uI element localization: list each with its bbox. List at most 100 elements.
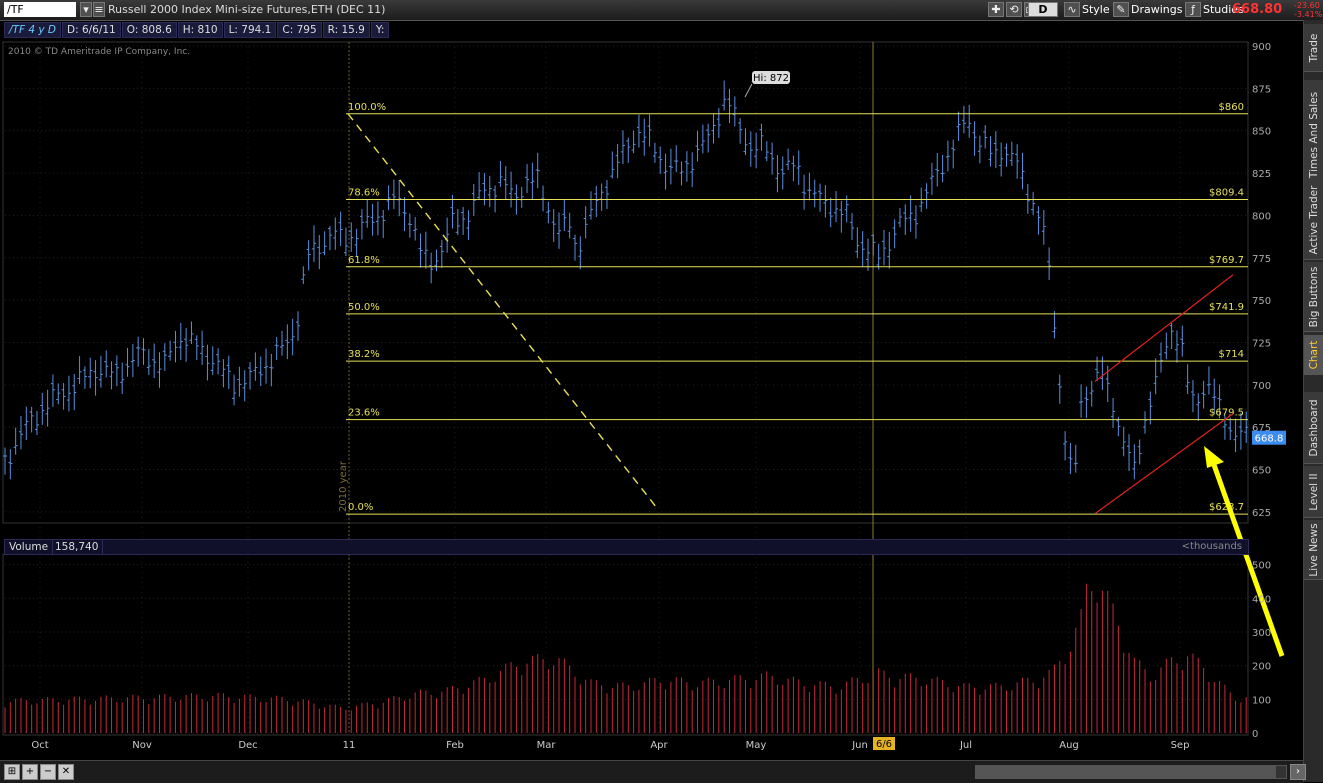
- month-tick-label: May: [746, 740, 767, 751]
- aggregation-button[interactable]: D: [1028, 2, 1058, 17]
- tab-active-trader[interactable]: Active Trader: [1304, 180, 1323, 260]
- symbol-input[interactable]: /TF: [4, 2, 76, 17]
- right-sidebar: Trade Times And Sales Active Trader Big …: [1303, 20, 1323, 782]
- tab-chart-label: Chart: [1308, 340, 1320, 369]
- high-label: Hi: 872: [753, 73, 789, 84]
- cursor-date-label: 6/6: [876, 739, 892, 750]
- volume-units: <thousands: [1181, 541, 1242, 552]
- price-tick-label: 775: [1252, 254, 1271, 265]
- style-icon[interactable]: ∿: [1064, 2, 1080, 17]
- tab-trade[interactable]: Trade: [1304, 24, 1323, 72]
- info-y: Y:: [370, 22, 390, 38]
- chart-grid: 2010 year: [2, 41, 1249, 736]
- volume-tick-label: 400: [1252, 594, 1271, 605]
- volume-label: Volume: [5, 540, 54, 554]
- drawings-icon[interactable]: ✎: [1113, 2, 1129, 17]
- volume-value: 158,740: [51, 540, 104, 554]
- drawings-button[interactable]: Drawings: [1131, 3, 1182, 16]
- fib-level-price: $809.4: [1209, 187, 1244, 198]
- fib-level-percent: 23.6%: [348, 408, 380, 419]
- info-low: L: 794.1: [223, 22, 277, 38]
- price-tick-label: 875: [1252, 84, 1271, 95]
- tab-dashboard-label: Dashboard: [1308, 399, 1320, 456]
- studies-icon[interactable]: ƒ: [1185, 2, 1201, 17]
- tab-chart[interactable]: Chart: [1304, 335, 1323, 375]
- volume-tick-label: 200: [1252, 662, 1271, 673]
- month-tick-label: Jul: [959, 740, 972, 751]
- zoom-out-icon[interactable]: −: [40, 764, 56, 780]
- last-price: 668.80: [1232, 2, 1283, 17]
- volume-tick-label: 300: [1252, 628, 1271, 639]
- tab-times-and-sales-label: Times And Sales: [1308, 91, 1320, 178]
- price-tick-label: 750: [1252, 296, 1271, 307]
- month-tick-label: Mar: [537, 740, 557, 751]
- price-tick-label: 725: [1252, 338, 1271, 349]
- fib-level-percent: 38.2%: [348, 349, 380, 360]
- fib-level-percent: 78.6%: [348, 187, 380, 198]
- copyright-text: 2010 © TD Ameritrade IP Company, Inc.: [8, 47, 191, 57]
- time-scrollbar[interactable]: [975, 765, 1287, 779]
- fib-level-percent: 61.8%: [348, 255, 380, 266]
- link-tool-icon[interactable]: ⟲: [1006, 2, 1022, 17]
- tab-times-and-sales[interactable]: Times And Sales: [1304, 80, 1323, 190]
- tab-live-news-label: Live News: [1308, 522, 1320, 577]
- fib-level-price: $860: [1219, 102, 1244, 113]
- price-tick-label: 625: [1252, 508, 1271, 519]
- volume-panel-border: [2, 553, 1249, 736]
- month-tick-label: Oct: [31, 740, 48, 751]
- info-high: H: 810: [177, 22, 223, 38]
- chart-annotations[interactable]: Hi: 872: [744, 71, 1285, 657]
- tab-level-ii[interactable]: Level II: [1304, 466, 1323, 518]
- volume-tick-label: 100: [1252, 695, 1271, 706]
- month-tick-label: 11: [343, 740, 356, 751]
- price-tick-label: 850: [1252, 127, 1271, 138]
- tab-big-buttons-label: Big Buttons: [1308, 266, 1320, 327]
- tab-trade-label: Trade: [1308, 33, 1320, 62]
- drag-icon[interactable]: ⊞: [4, 764, 20, 780]
- scrollbar-thumb[interactable]: [976, 766, 1276, 778]
- month-tick-label: Sep: [1171, 740, 1190, 751]
- last-price-tag-label: 668.8: [1255, 434, 1284, 445]
- crosshair-tool-icon[interactable]: ✚: [988, 2, 1004, 17]
- tab-live-news[interactable]: Live News: [1304, 520, 1323, 580]
- fibonacci-retracement[interactable]: 100.0% $860 78.6% $809.4 61.8% $769.7 50.0% $74…: [346, 102, 1248, 515]
- month-tick-label: Dec: [238, 740, 257, 751]
- style-button[interactable]: Style: [1082, 3, 1110, 16]
- high-label-pointer: [744, 83, 753, 98]
- info-date: D: 6/6/11: [61, 22, 121, 38]
- info-range: R: 15.9: [322, 22, 370, 38]
- fib-level-percent: 50.0%: [348, 302, 380, 313]
- tab-active-trader-label: Active Trader: [1308, 185, 1320, 254]
- tab-level-ii-label: Level II: [1308, 472, 1320, 511]
- fib-level-price: $714: [1219, 349, 1244, 360]
- fib-level-price: $769.7: [1209, 255, 1244, 266]
- tab-dashboard[interactable]: Dashboard: [1304, 392, 1323, 464]
- channel-upper-line: [1094, 274, 1234, 382]
- ohlc-info-bar: /TF 4 y D D: 6/6/11 O: 808.6 H: 810 L: 7…: [4, 22, 390, 38]
- month-tick-label: Jun: [851, 740, 868, 751]
- symbol-dropdown-icon[interactable]: ▾: [80, 2, 92, 17]
- volume-tick-label: 500: [1252, 561, 1271, 572]
- tab-big-buttons[interactable]: Big Buttons: [1304, 262, 1323, 332]
- instrument-title: Russell 2000 Index Mini-size Futures,ETH…: [108, 3, 386, 16]
- price-tick-label: 800: [1252, 211, 1271, 222]
- price-tick-label: 900: [1252, 42, 1271, 53]
- time-axis: Oct Nov Dec 11 Feb Mar Apr May Jun Jul Aug Sep 6/6: [31, 737, 1189, 751]
- fib-level-percent: 0.0%: [348, 502, 373, 513]
- symbol-period: /TF 4 y D: [4, 22, 61, 38]
- month-tick-label: Apr: [650, 740, 668, 751]
- net-change: -23.60: [1294, 1, 1320, 10]
- scroll-end-icon[interactable]: ›: [1290, 764, 1306, 780]
- percent-change: -3.41%: [1294, 10, 1323, 19]
- zoom-in-icon[interactable]: +: [22, 764, 38, 780]
- fib-level-price: $679.5: [1209, 408, 1244, 419]
- fib-level-percent: 100.0%: [348, 102, 386, 113]
- month-tick-label: Aug: [1059, 740, 1079, 751]
- month-tick-label: Feb: [446, 740, 464, 751]
- zoom-fit-icon[interactable]: ✕: [58, 764, 74, 780]
- price-tick-label: 825: [1252, 169, 1271, 180]
- volume-axis: 500 400 300 200 100 0: [1252, 561, 1271, 740]
- month-tick-label: Nov: [132, 740, 152, 751]
- chart-canvas[interactable]: 2010 year 100.0% $860 78.6% $809.4 61.8% $769…: [0, 20, 1303, 760]
- symbol-link-icon[interactable]: ≡: [93, 2, 105, 17]
